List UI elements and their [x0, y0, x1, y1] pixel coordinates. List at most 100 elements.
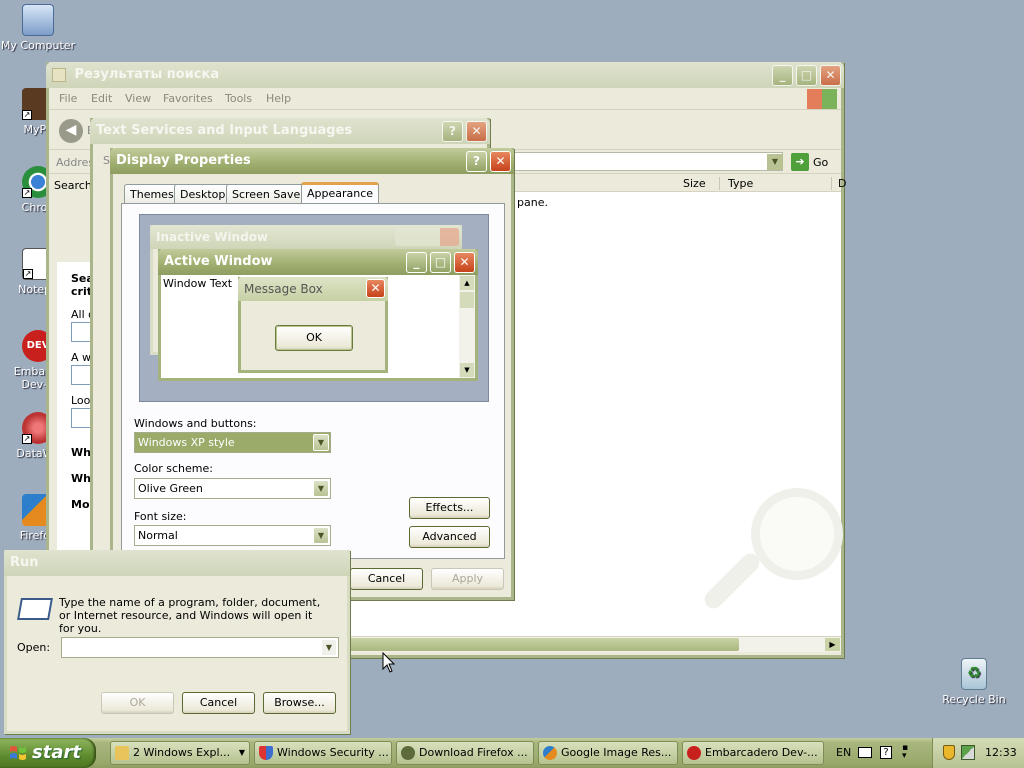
- sidebar-input-all[interactable]: [71, 322, 91, 342]
- window-title: Результаты поиска: [74, 67, 220, 82]
- task-windows-security[interactable]: Windows Security ...: [254, 741, 392, 765]
- chevron-down-icon: ▼: [313, 480, 329, 497]
- column-type[interactable]: Type: [719, 177, 753, 190]
- mouse-cursor-icon: [382, 652, 396, 673]
- back-button[interactable]: ◀: [59, 119, 83, 143]
- embarcadero-icon: [687, 746, 701, 760]
- pane-text: pane.: [517, 196, 548, 209]
- globe-icon: [401, 746, 415, 760]
- clock[interactable]: 12:33: [985, 746, 1017, 759]
- window-title: Display Properties: [116, 153, 251, 168]
- column-d[interactable]: D: [831, 177, 846, 190]
- display-properties-titlebar[interactable]: Display Properties ? ✕: [110, 148, 514, 174]
- menu-tools[interactable]: Tools: [225, 92, 252, 105]
- help-button[interactable]: ?: [466, 151, 487, 172]
- close-button[interactable]: ✕: [820, 65, 841, 86]
- effects-button[interactable]: Effects...: [409, 497, 490, 519]
- cancel-button[interactable]: Cancel: [350, 568, 423, 590]
- network-icon[interactable]: [961, 745, 975, 760]
- scroll-up-icon: ▲: [460, 276, 474, 290]
- task-download-firefox[interactable]: Download Firefox ...: [396, 741, 534, 765]
- task-embarcadero[interactable]: Embarcadero Dev-...: [682, 741, 824, 765]
- tab-screen-saver[interactable]: Screen Saver: [226, 184, 311, 204]
- run-browse-button[interactable]: Browse...: [263, 692, 336, 714]
- menu-view[interactable]: View: [125, 92, 151, 105]
- task-label: Download Firefox ...: [419, 746, 528, 759]
- menu-help[interactable]: Help: [266, 92, 291, 105]
- menu-file[interactable]: File: [59, 92, 77, 105]
- options-icon[interactable]: ▪ ▾: [902, 744, 908, 761]
- tab-desktop[interactable]: Desktop: [174, 184, 232, 204]
- close-button[interactable]: ✕: [466, 121, 487, 142]
- text-services-fragment: S: [103, 154, 110, 167]
- open-input[interactable]: ▼: [61, 637, 339, 658]
- task-label: Google Image Res...: [561, 746, 672, 759]
- chevron-down-icon: ▼: [313, 527, 329, 544]
- task-windows-explorer[interactable]: 2 Windows Expl... ▼: [110, 741, 250, 765]
- preview-window-text: Window Text: [163, 277, 233, 290]
- my-computer-icon: [22, 4, 54, 36]
- run-cancel-button[interactable]: Cancel: [182, 692, 255, 714]
- horizontal-scrollbar[interactable]: ▶: [349, 636, 841, 652]
- chevron-down-icon: ▼: [238, 748, 245, 757]
- menu-favorites[interactable]: Favorites: [163, 92, 213, 105]
- search-tab-label: Search: [54, 179, 92, 192]
- minimize-icon: _: [406, 252, 427, 273]
- preview-scrollbar: ▲ ▼: [459, 275, 475, 378]
- help-button[interactable]: ?: [442, 121, 463, 142]
- run-description: Type the name of a program, folder, docu…: [59, 596, 321, 635]
- column-size[interactable]: Size: [683, 177, 706, 190]
- windows-buttons-select[interactable]: Windows XP style ▼: [134, 432, 331, 453]
- font-size-value: Normal: [138, 529, 178, 542]
- maximize-button[interactable]: □: [796, 65, 817, 86]
- chevron-down-icon: ▼: [313, 434, 329, 451]
- text-services-titlebar[interactable]: Text Services and Input Languages ? ✕: [90, 118, 490, 144]
- sidebar-look-combo[interactable]: [71, 408, 91, 428]
- scroll-right-icon[interactable]: ▶: [825, 638, 840, 651]
- firefox-icon: [543, 746, 557, 760]
- address-dropdown-icon[interactable]: ▼: [767, 154, 783, 170]
- scrollbar-thumb[interactable]: [349, 638, 739, 651]
- tab-themes[interactable]: Themes: [124, 184, 180, 204]
- help-icon[interactable]: ?: [880, 746, 892, 759]
- preview-active-titlebar: Active Window _ □ ✕: [158, 249, 478, 275]
- color-scheme-value: Olive Green: [138, 482, 203, 495]
- go-arrow-icon[interactable]: ➜: [791, 153, 809, 171]
- run-ok-button[interactable]: OK: [101, 692, 174, 714]
- close-icon: ✕: [366, 279, 385, 298]
- task-label: Windows Security ...: [277, 746, 389, 759]
- search-tab[interactable]: Search: [49, 174, 93, 196]
- desktop-icon-label: My Computer: [0, 39, 76, 52]
- windows-flag-icon: [10, 746, 26, 760]
- minimize-button[interactable]: _: [772, 65, 793, 86]
- start-button[interactable]: start: [0, 738, 96, 768]
- advanced-button[interactable]: Advanced: [409, 526, 490, 548]
- address-label: Addres: [56, 156, 95, 169]
- apply-button[interactable]: Apply: [431, 568, 504, 590]
- task-label: 2 Windows Expl...: [133, 746, 231, 759]
- system-tray: 12:33: [932, 738, 1024, 768]
- close-icon: ✕: [454, 252, 475, 273]
- sidebar-input-word[interactable]: [71, 365, 91, 385]
- font-size-select[interactable]: Normal ▼: [134, 525, 331, 546]
- windows-logo-icon: [807, 89, 837, 109]
- search-results-titlebar[interactable]: Результаты поиска _ □ ✕: [46, 62, 844, 88]
- desktop-icon-my-computer[interactable]: My Computer: [0, 4, 76, 52]
- tab-appearance[interactable]: Appearance: [301, 182, 380, 204]
- preview-active-title: Active Window: [164, 254, 273, 269]
- desktop-icon-recycle-bin[interactable]: ♻ Recycle Bin: [936, 658, 1012, 706]
- run-titlebar[interactable]: Run: [4, 550, 350, 576]
- desktop-icon-label: Recycle Bin: [942, 693, 1006, 706]
- keyboard-icon[interactable]: [858, 747, 872, 758]
- go-button[interactable]: Go: [813, 156, 828, 169]
- scroll-thumb: [460, 292, 474, 308]
- color-scheme-select[interactable]: Olive Green ▼: [134, 478, 331, 499]
- task-google-image[interactable]: Google Image Res...: [538, 741, 678, 765]
- menu-bar: File Edit View Favorites Tools Help: [49, 88, 841, 110]
- language-indicator[interactable]: EN: [836, 746, 851, 759]
- close-button[interactable]: ✕: [490, 151, 511, 172]
- menu-edit[interactable]: Edit: [91, 92, 112, 105]
- run-dialog: Run Type the name of a program, folder, …: [4, 550, 350, 734]
- preview-msgbox-titlebar: Message Box ✕: [238, 277, 388, 301]
- security-shield-icon[interactable]: [943, 745, 955, 760]
